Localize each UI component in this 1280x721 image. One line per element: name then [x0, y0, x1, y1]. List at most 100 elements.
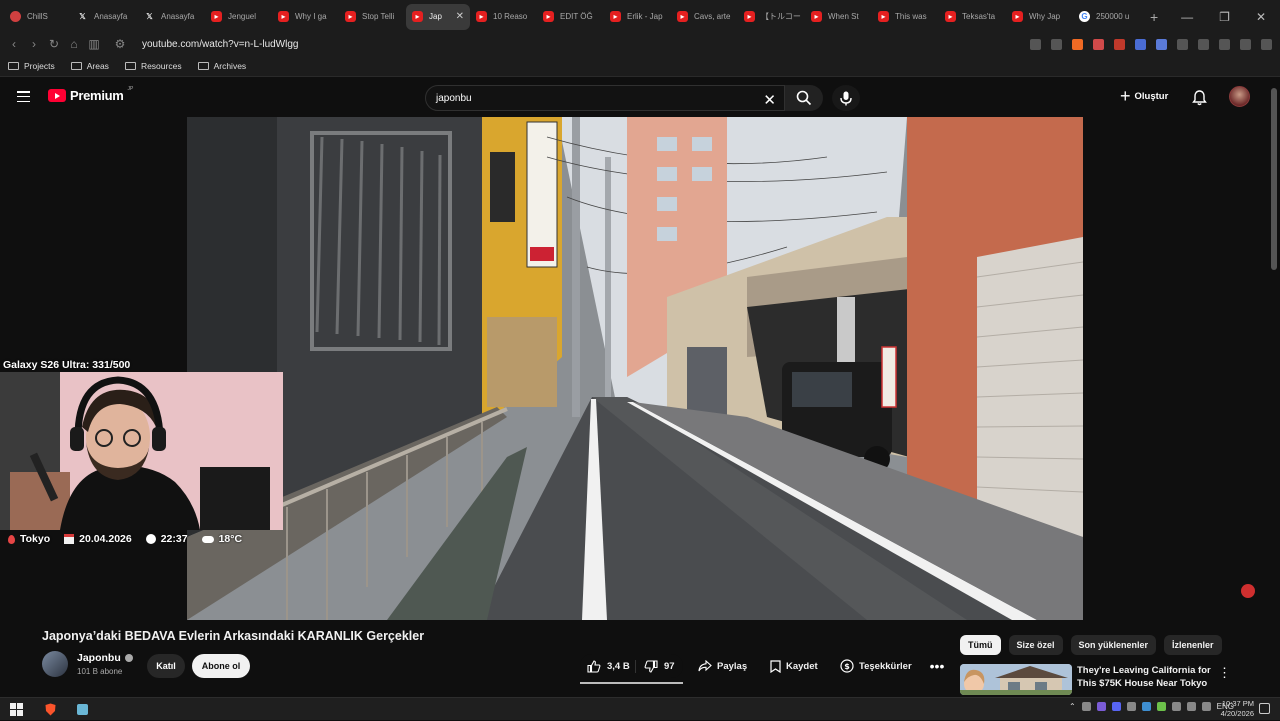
recommendation-title[interactable]: They're Leaving California for This $75K…: [1077, 664, 1211, 690]
share-button[interactable]: Paylaş: [698, 654, 747, 678]
chip-for-you[interactable]: Size özel: [1008, 635, 1063, 655]
tray-app-icon-2[interactable]: [1096, 702, 1106, 711]
bookmark-resources[interactable]: Resources: [124, 61, 182, 71]
site-info-icon[interactable]: ⚙: [110, 37, 130, 51]
browser-tab[interactable]: ▸ Jap ✕: [406, 3, 470, 30]
calendar-icon: [64, 534, 75, 544]
tray-app-icon-5[interactable]: [1156, 702, 1166, 711]
notifications-bell-icon[interactable]: [1192, 90, 1207, 111]
voice-search-button[interactable]: [832, 85, 860, 111]
media-icon[interactable]: [1240, 38, 1251, 50]
recommendation-filter-chips: Tümü Size özel Son yüklenenler İzlenenle…: [960, 635, 1222, 655]
browser-tab[interactable]: ▸ EDIT ÖĞ: [537, 4, 604, 30]
minimize-icon[interactable]: —: [1181, 10, 1193, 24]
url-field[interactable]: youtube.com/watch?v=n-L-ludWlgg: [142, 39, 298, 50]
brave-browser-icon[interactable]: [44, 703, 57, 716]
tray-app-icon-4[interactable]: [1141, 702, 1151, 711]
youtube-favicon-icon: ▸: [677, 11, 688, 22]
tray-overflow-icon[interactable]: ⌃: [1069, 702, 1076, 711]
browser-tab[interactable]: ▸ Stop Telli: [339, 4, 406, 30]
discord-icon[interactable]: [1111, 702, 1121, 711]
browser-tab[interactable]: 𝕏 Anasayfa: [138, 4, 205, 30]
maximize-icon[interactable]: ❐: [1219, 10, 1230, 24]
youtube-favicon-icon: ▸: [345, 11, 356, 22]
taskbar-clock[interactable]: 10:37 PM 4/20/2026: [1221, 699, 1254, 719]
bookmark-archives[interactable]: Archives: [197, 61, 246, 71]
cast-icon[interactable]: [1030, 38, 1041, 50]
recommendation-thumbnail[interactable]: [960, 664, 1072, 695]
dislike-button[interactable]: 97: [636, 659, 675, 673]
chip-watched[interactable]: İzlenenler: [1164, 635, 1222, 655]
channel-avatar[interactable]: [42, 651, 68, 677]
brave-shield-icon[interactable]: [1072, 38, 1083, 50]
volume-icon[interactable]: [1201, 702, 1211, 711]
chip-all[interactable]: Tümü: [960, 635, 1001, 655]
thanks-button[interactable]: $ Teşekkürler: [840, 654, 912, 678]
subscribe-button[interactable]: Abone ol: [192, 654, 250, 678]
search-button[interactable]: [785, 85, 823, 111]
download-icon[interactable]: [1219, 38, 1230, 50]
forward-icon[interactable]: ›: [24, 37, 44, 51]
network-icon[interactable]: [1186, 702, 1196, 711]
bookmarks-bar: Projects Areas Resources Archives: [0, 55, 1280, 77]
search-input[interactable]: japonbu ✕: [425, 85, 785, 111]
youtube-premium-logo[interactable]: Premium JP: [48, 86, 133, 103]
browser-tab[interactable]: ▸ Teksas'ta: [939, 4, 1006, 30]
browser-tab[interactable]: ▸ Cavs, arte: [671, 4, 738, 30]
sidebar-toggle-icon[interactable]: ▥: [84, 37, 104, 51]
account-avatar[interactable]: [1229, 86, 1250, 107]
video-player[interactable]: [187, 117, 1083, 620]
extension-icon-3[interactable]: [1135, 38, 1146, 50]
location-pin-icon: [8, 534, 15, 544]
bookmark-areas[interactable]: Areas: [70, 61, 109, 71]
channel-name[interactable]: Japonbu: [77, 652, 121, 664]
browser-tab[interactable]: ▸ This was: [872, 4, 939, 30]
like-ratio-bar: [580, 682, 683, 684]
close-tab-icon[interactable]: ✕: [456, 11, 464, 22]
extension-icon-4[interactable]: [1156, 38, 1167, 50]
browser-tab[interactable]: ▸ Why I ga: [272, 4, 339, 30]
like-button[interactable]: 3,4 B: [580, 659, 636, 673]
reload-icon[interactable]: ↻: [44, 37, 64, 51]
clear-search-icon[interactable]: ✕: [763, 91, 776, 109]
browser-tab[interactable]: ▸ Jenguel: [205, 4, 272, 30]
microphone-tray-icon[interactable]: [1171, 702, 1181, 711]
chip-recently-uploaded[interactable]: Son yüklenenler: [1070, 635, 1157, 655]
join-button[interactable]: Katıl: [147, 654, 185, 678]
bookmark-projects[interactable]: Projects: [8, 61, 55, 71]
browser-tab[interactable]: ▸ When St: [805, 4, 872, 30]
notification-center-icon[interactable]: [1259, 703, 1270, 714]
save-button[interactable]: Kaydet: [770, 654, 818, 678]
menu-icon[interactable]: [1261, 38, 1272, 50]
menu-hamburger-icon[interactable]: [17, 91, 30, 106]
browser-tab[interactable]: ▸ 【トルコー: [738, 4, 805, 30]
back-icon[interactable]: ‹: [4, 37, 24, 51]
share-icon[interactable]: [1051, 38, 1062, 50]
browser-tab[interactable]: ▸ 10 Reaso: [470, 4, 537, 30]
extension-icon-2[interactable]: [1114, 38, 1125, 50]
tray-app-icon-3[interactable]: [1126, 702, 1136, 711]
close-window-icon[interactable]: ✕: [1256, 10, 1266, 24]
browser-tab[interactable]: G 250000 u: [1073, 4, 1140, 30]
page-scrollbar[interactable]: [1271, 88, 1277, 270]
browser-tab[interactable]: ChillS: [4, 4, 71, 30]
browser-tab[interactable]: ▸ Why Jap: [1006, 4, 1073, 30]
browser-tab[interactable]: 𝕏 Anasayfa: [71, 4, 138, 30]
windows-start-icon[interactable]: [10, 703, 23, 716]
home-icon[interactable]: ⌂: [64, 37, 84, 51]
new-tab-button[interactable]: +: [1150, 9, 1158, 25]
create-button[interactable]: + Oluştur: [1120, 87, 1168, 105]
more-actions-button[interactable]: •••: [926, 654, 948, 678]
browser-tab[interactable]: ▸ Erlik - Jap: [604, 4, 671, 30]
app-icon[interactable]: [76, 703, 89, 716]
youtube-favicon-icon: ▸: [878, 11, 889, 22]
tab-groups-icon[interactable]: [1198, 38, 1209, 50]
x-favicon-icon: 𝕏: [79, 12, 86, 21]
floating-emoji-icon[interactable]: [1241, 584, 1255, 598]
recommendation-menu-icon[interactable]: ⋮: [1218, 665, 1231, 681]
extensions-puzzle-icon[interactable]: [1177, 38, 1188, 50]
tray-app-icon-1[interactable]: [1081, 702, 1091, 711]
thumbs-down-icon: [644, 659, 658, 673]
extension-icon-1[interactable]: [1093, 38, 1104, 50]
youtube-favicon-icon: ▸: [412, 11, 423, 22]
